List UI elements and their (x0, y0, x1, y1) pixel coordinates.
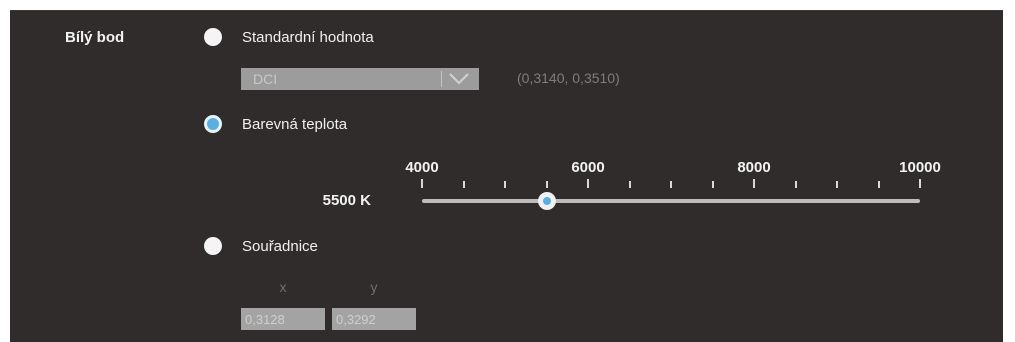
slider-track[interactable] (422, 199, 920, 203)
x-axis-label: x (279, 279, 287, 295)
minor-tick (670, 181, 672, 188)
minor-tick (836, 181, 838, 188)
color-temperature-label[interactable]: Barevná teplota (242, 116, 347, 133)
major-tick (753, 179, 755, 188)
tick-label-4000: 4000 (405, 159, 439, 176)
slider-thumb[interactable] (537, 192, 556, 210)
tick-label-10000: 10000 (899, 159, 941, 176)
standard-value-label[interactable]: Standardní hodnota (242, 29, 374, 46)
white-point-panel: Bílý bod Standardní hodnota DCI (0,3140,… (10, 10, 1003, 342)
minor-tick (462, 181, 465, 188)
major-tick (919, 179, 921, 188)
x-coordinate-input[interactable] (241, 308, 325, 330)
coordinates-radio[interactable] (204, 237, 222, 255)
dropdown-selected-value: DCI (253, 71, 278, 87)
minor-tick (628, 181, 631, 188)
minor-tick (794, 181, 797, 188)
window-background: Bílý bod Standardní hodnota DCI (0,3140,… (0, 0, 1015, 342)
y-axis-label: y (370, 279, 378, 295)
major-tick (587, 179, 589, 188)
tick-label-6000: 6000 (571, 159, 605, 176)
chevron-down-icon[interactable] (448, 72, 470, 86)
minor-tick (711, 181, 714, 188)
coordinates-label[interactable]: Souřadnice (242, 238, 318, 255)
standard-coordinates-readout: (0,3140, 0,3510) (517, 70, 620, 86)
major-tick (421, 179, 423, 188)
white-point-label: Bílý bod (65, 29, 125, 46)
y-coordinate-input[interactable] (332, 308, 416, 330)
color-temperature-radio[interactable] (204, 115, 222, 133)
tick-label-8000: 8000 (737, 159, 771, 176)
slider-value-label: 5500 K (322, 192, 371, 209)
dropdown-divider (441, 71, 442, 87)
minor-tick (877, 181, 880, 188)
standard-value-radio[interactable] (204, 28, 222, 46)
minor-tick (504, 181, 506, 188)
minor-tick (545, 181, 548, 188)
standard-value-dropdown[interactable]: DCI (241, 68, 479, 90)
